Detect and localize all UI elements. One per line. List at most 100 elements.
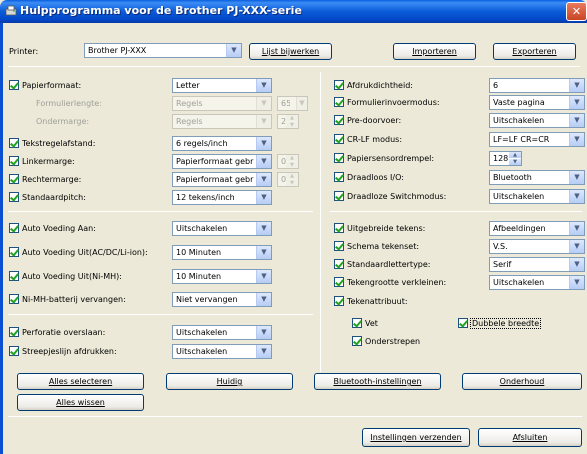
update-list-button[interactable]: Lijst bijwerken xyxy=(249,43,332,60)
chevron-down-icon: ▼ xyxy=(256,246,271,259)
send-settings-button[interactable]: Instellingen verzenden xyxy=(362,428,470,447)
separator xyxy=(8,416,582,417)
form-length-value: 65 xyxy=(281,99,290,108)
form-length-select[interactable]: 65 ▼ xyxy=(277,96,308,111)
window-title: Hulpprogramma voor de Brother PJ-XXX-ser… xyxy=(20,4,302,17)
import-button[interactable]: Importeren xyxy=(393,43,476,60)
dash-print-checkbox[interactable] xyxy=(9,346,19,356)
right-margin-checkbox[interactable] xyxy=(9,174,19,184)
clear-all-button[interactable]: Alles wissen xyxy=(17,394,144,411)
pre-feed-checkbox[interactable] xyxy=(334,115,344,125)
left-margin-spinner[interactable]: 0 ▲ ▼ xyxy=(277,154,299,169)
wireless-io-checkbox[interactable] xyxy=(334,172,344,182)
printer-select[interactable]: Brother PJ-XXX ▼ xyxy=(84,43,242,58)
spin-up-icon[interactable]: ▲ xyxy=(509,152,521,158)
char-size-reduce-checkbox[interactable] xyxy=(334,277,344,287)
default-font-checkbox[interactable] xyxy=(334,259,344,269)
perforation-skip-value: Uitschakelen xyxy=(176,328,228,337)
paper-sensor-spinner[interactable]: 128 ▲ ▼ xyxy=(489,151,522,166)
spin-up-icon[interactable]: ▲ xyxy=(286,155,298,161)
perforation-skip-select[interactable]: Uitschakelen ▼ xyxy=(172,325,272,340)
crlf-mode-value: LF=LF CR=CR xyxy=(493,135,550,144)
chevron-down-icon: ▼ xyxy=(569,222,584,235)
auto-power-on-select[interactable]: Uitschakelen ▼ xyxy=(172,221,272,236)
wireless-switch-select[interactable]: Uitschakelen ▼ xyxy=(489,189,585,204)
wireless-switch-value: Uitschakelen xyxy=(493,192,545,201)
extended-chars-select[interactable]: Afbeeldingen ▼ xyxy=(489,221,585,236)
spin-down-icon[interactable]: ▼ xyxy=(509,159,521,165)
spin-up-icon[interactable]: ▲ xyxy=(286,115,298,121)
select-all-label: Alles selecteren xyxy=(48,377,113,386)
chevron-down-icon: ▼ xyxy=(256,270,271,283)
clear-all-label: Alles wissen xyxy=(56,398,105,407)
export-button[interactable]: Exporteren xyxy=(493,43,576,60)
line-spacing-select[interactable]: 6 regels/inch ▼ xyxy=(172,136,272,151)
pre-feed-select[interactable]: Uitschakelen ▼ xyxy=(489,113,585,128)
default-pitch-select[interactable]: 12 tekens/inch ▼ xyxy=(172,190,272,205)
crlf-mode-select[interactable]: LF=LF CR=CR ▼ xyxy=(489,132,585,147)
char-size-reduce-select[interactable]: Uitschakelen ▼ xyxy=(489,275,585,290)
nimh-replace-select[interactable]: Niet vervangen ▼ xyxy=(172,292,272,307)
auto-power-off-nimh-select[interactable]: 10 Minuten ▼ xyxy=(172,269,272,284)
spin-down-icon[interactable]: ▼ xyxy=(286,180,298,186)
line-spacing-checkbox[interactable] xyxy=(9,138,19,148)
auto-power-off-ac-checkbox[interactable] xyxy=(9,247,19,257)
maintenance-button[interactable]: Onderhoud xyxy=(462,373,582,390)
form-feed-mode-select[interactable]: Vaste pagina ▼ xyxy=(489,95,585,110)
print-density-select[interactable]: 6 ▼ xyxy=(489,78,585,93)
pre-feed-value: Uitschakelen xyxy=(493,116,545,125)
form-feed-mode-checkbox[interactable] xyxy=(334,97,344,107)
charset-scheme-checkbox[interactable] xyxy=(334,241,344,251)
send-settings-label: Instellingen verzenden xyxy=(370,433,462,442)
spin-down-icon[interactable]: ▼ xyxy=(286,162,298,168)
charset-scheme-select[interactable]: V.S. ▼ xyxy=(489,239,585,254)
close-button[interactable]: Afsluiten xyxy=(478,428,582,447)
left-margin-checkbox[interactable] xyxy=(9,156,19,166)
perforation-skip-checkbox[interactable] xyxy=(9,327,19,337)
line-spacing-label: Tekstregelafstand: xyxy=(22,139,96,148)
bottom-margin-spinner[interactable]: 2 ▲ ▼ xyxy=(277,114,299,129)
auto-power-off-nimh-label: Auto Voeding Uit(Ni-MH): xyxy=(22,272,122,281)
current-button[interactable]: Huidig xyxy=(166,373,293,390)
chevron-down-icon: ▼ xyxy=(569,240,584,253)
spin-up-icon[interactable]: ▲ xyxy=(286,173,298,179)
crlf-mode-checkbox[interactable] xyxy=(334,134,344,144)
print-density-checkbox[interactable] xyxy=(334,80,344,90)
right-margin-spinner[interactable]: 0 ▲ ▼ xyxy=(277,172,299,187)
right-margin-select[interactable]: Papierformaat gebruike ▼ xyxy=(172,172,272,187)
chevron-down-icon: ▼ xyxy=(256,155,271,168)
dash-print-select[interactable]: Uitschakelen ▼ xyxy=(172,344,272,359)
spin-down-icon[interactable]: ▼ xyxy=(286,122,298,128)
extended-chars-checkbox[interactable] xyxy=(334,223,344,233)
wireless-io-value: Bluetooth xyxy=(493,173,532,182)
auto-power-off-ac-value: 10 Minuten xyxy=(176,248,222,257)
default-pitch-checkbox[interactable] xyxy=(9,192,19,202)
auto-power-off-nimh-checkbox[interactable] xyxy=(9,271,19,281)
bottom-margin-unit-select[interactable]: Regels ▼ xyxy=(172,114,272,129)
select-all-button[interactable]: Alles selecteren xyxy=(17,373,144,390)
default-font-select[interactable]: Serif ▼ xyxy=(489,257,585,272)
underline-checkbox[interactable] xyxy=(352,336,362,346)
chevron-down-icon: ▼ xyxy=(569,96,584,109)
update-list-label: Lijst bijwerken xyxy=(261,47,320,56)
char-attr-checkbox[interactable] xyxy=(334,296,344,306)
paper-sensor-checkbox[interactable] xyxy=(334,153,344,163)
chevron-down-icon: ▼ xyxy=(256,345,271,358)
close-window-button[interactable]: ✕ xyxy=(566,2,587,21)
left-margin-select[interactable]: Papierformaat gebruike ▼ xyxy=(172,154,272,169)
auto-power-on-checkbox[interactable] xyxy=(9,223,19,233)
paper-format-select[interactable]: Letter ▼ xyxy=(172,78,272,93)
auto-power-off-ac-select[interactable]: 10 Minuten ▼ xyxy=(172,245,272,260)
bluetooth-settings-button[interactable]: Bluetooth-instellingen xyxy=(314,373,441,390)
nimh-replace-checkbox[interactable] xyxy=(9,294,19,304)
wireless-io-select[interactable]: Bluetooth ▼ xyxy=(489,170,585,185)
form-length-unit-select[interactable]: Regels ▼ xyxy=(172,96,272,111)
chevron-down-icon: ▼ xyxy=(569,133,584,146)
line-spacing-value: 6 regels/inch xyxy=(176,139,228,148)
double-width-checkbox[interactable] xyxy=(458,318,468,328)
pre-feed-label: Pre-doorvoer: xyxy=(347,116,402,125)
wireless-switch-checkbox[interactable] xyxy=(334,191,344,201)
bold-checkbox[interactable] xyxy=(352,318,362,328)
maintenance-label: Onderhoud xyxy=(499,377,545,386)
paper-format-checkbox[interactable] xyxy=(9,80,19,90)
